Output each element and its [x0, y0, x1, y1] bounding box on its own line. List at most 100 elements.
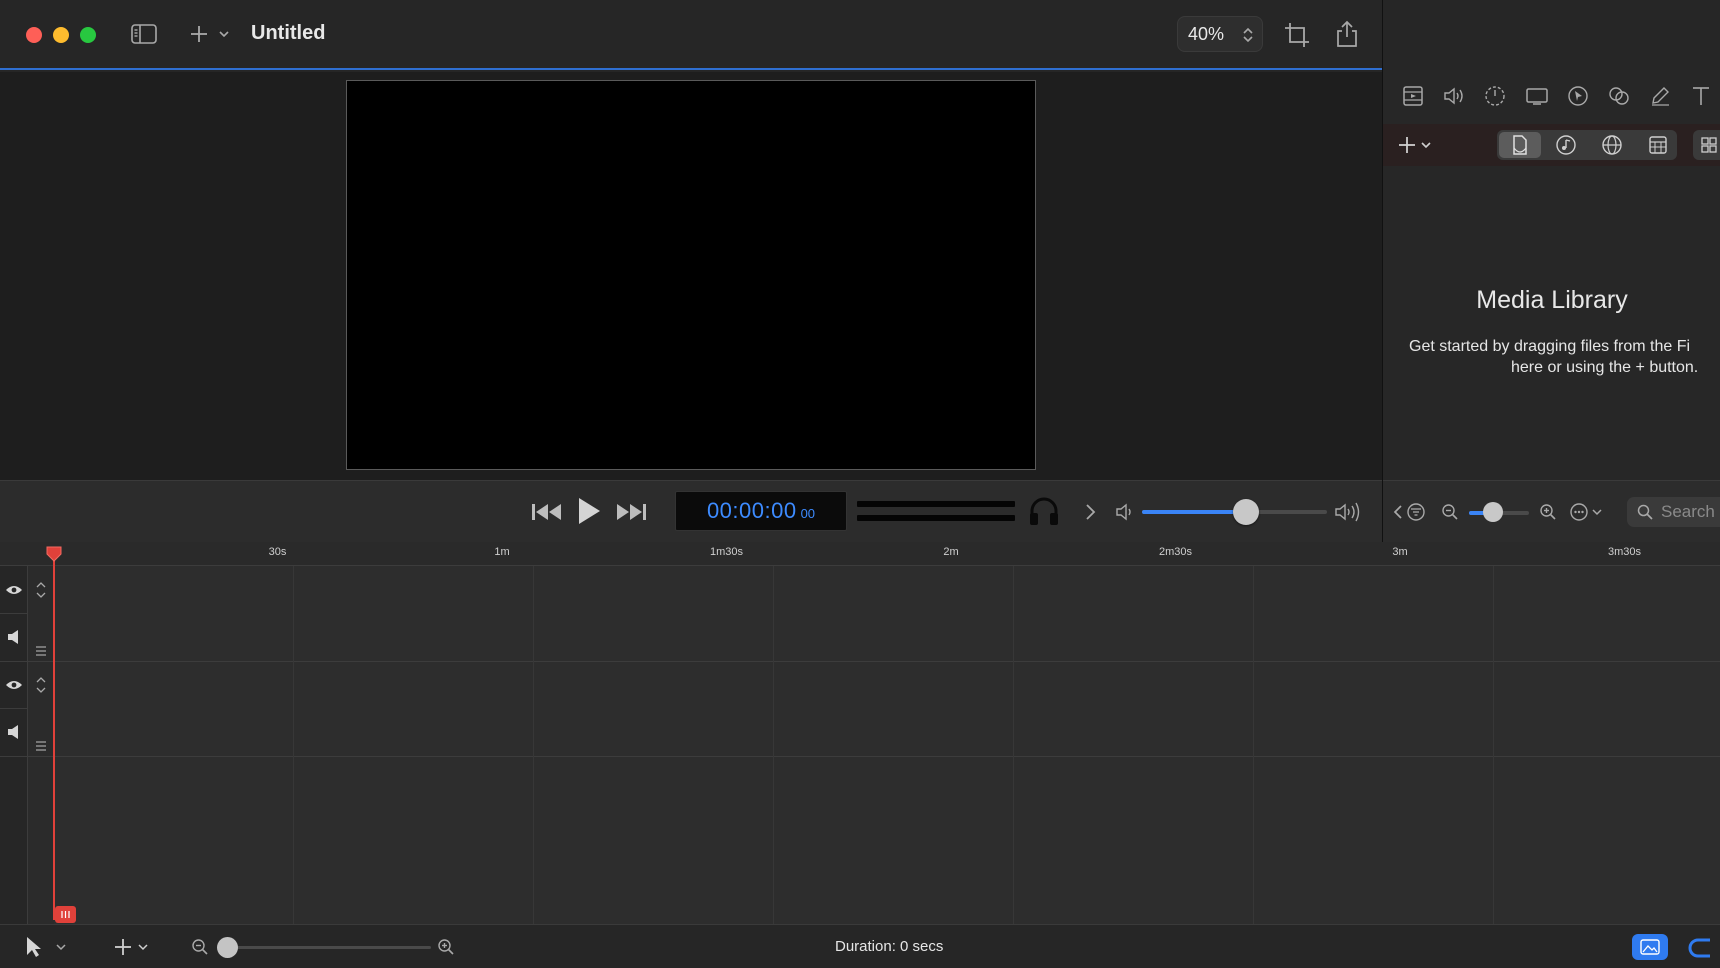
timeline-zoom-slider[interactable] [224, 946, 431, 949]
playhead-handle[interactable] [45, 545, 63, 563]
timeline-tracks[interactable] [0, 566, 1720, 924]
chevron-right-icon[interactable] [1082, 500, 1100, 524]
ruler-tick-label: 3m [1392, 546, 1408, 558]
zoom-window-button[interactable] [80, 27, 96, 43]
timecode-frames: 00 [800, 505, 816, 521]
track-controls-column [0, 566, 28, 924]
track-control-divider [0, 708, 28, 709]
sidebar-toggle-icon[interactable] [130, 22, 158, 46]
thumbnail-size-knob[interactable] [1483, 502, 1503, 522]
add-menu-button[interactable] [187, 22, 233, 46]
track-divider [0, 661, 1720, 662]
meter-channel-left [857, 501, 1015, 507]
globe-icon[interactable] [1599, 134, 1625, 156]
minimize-window-button[interactable] [53, 27, 69, 43]
playhead-end-handle[interactable] [55, 906, 76, 923]
headphones-icon[interactable] [1027, 494, 1061, 528]
zoom-level-value: 40% [1188, 23, 1225, 44]
volume-slider-knob[interactable] [1232, 499, 1259, 525]
playhead-line[interactable] [53, 548, 55, 920]
library-search-field[interactable]: Search [1627, 497, 1720, 527]
duration-label: Duration: 0 secs [835, 938, 944, 955]
speed-icon[interactable] [1483, 84, 1507, 108]
skip-back-icon[interactable] [531, 499, 563, 525]
text-icon[interactable] [1689, 84, 1713, 108]
ruler-tick-label: 2m [943, 546, 959, 558]
eye-icon[interactable] [4, 582, 24, 598]
add-track-button[interactable] [112, 935, 152, 959]
audio-level-meter [857, 501, 1015, 521]
media-library-panel: Media Library Get started by dragging fi… [1382, 0, 1720, 542]
selection-tool-button[interactable] [22, 935, 68, 959]
preview-canvas[interactable] [346, 80, 1036, 470]
more-options-icon[interactable] [1569, 501, 1605, 523]
media-library-title: Media Library [1476, 286, 1628, 314]
zoom-out-icon[interactable] [1439, 501, 1461, 523]
title-bar: Untitled 40% [0, 0, 1382, 70]
grid-view-icon [1701, 137, 1717, 153]
expand-track-icon[interactable] [33, 578, 49, 602]
document-icon[interactable] [1507, 134, 1533, 156]
share-icon[interactable] [1333, 19, 1361, 49]
transport-bar: 00:00:00 00 [0, 480, 1382, 542]
expand-track-icon[interactable] [33, 673, 49, 697]
library-bottom-bar: Search [1383, 480, 1720, 542]
transitions-icon[interactable] [1607, 84, 1631, 108]
app-window: Untitled 40% 00:00:00 00 Media Library G… [0, 0, 1720, 968]
pencil-icon[interactable] [1648, 84, 1672, 108]
track-menu-icon[interactable] [34, 644, 48, 658]
ruler-tick-label: 1m30s [709, 546, 744, 558]
timeline-grid-line [1253, 566, 1254, 924]
track-control-divider [0, 613, 28, 614]
chevron-left-icon[interactable] [1391, 501, 1405, 523]
skip-forward-icon[interactable] [615, 499, 647, 525]
speaker-icon[interactable] [5, 723, 23, 741]
empty-message-line-2: here or using the + button. [1511, 359, 1699, 376]
grid-calendar-icon[interactable] [1645, 134, 1671, 156]
media-library-empty-message: Get started by dragging files from the F… [1409, 336, 1720, 378]
audio-inspector-icon[interactable] [1442, 84, 1466, 108]
meter-channel-right [857, 515, 1015, 521]
timecode-display[interactable]: 00:00:00 00 [675, 491, 847, 531]
volume-slider-fill [1142, 510, 1246, 514]
speaker-low-icon[interactable] [1114, 501, 1136, 523]
track-menu-icon[interactable] [34, 739, 48, 753]
panel-titlebar [1383, 0, 1720, 70]
library-add-button[interactable] [1397, 134, 1437, 156]
eye-icon[interactable] [4, 677, 24, 693]
ruler-tick-label: 1m [494, 546, 510, 558]
cursor-effect-icon[interactable] [1566, 84, 1590, 108]
inspector-tabs [1383, 74, 1720, 120]
library-toolbar [1383, 124, 1720, 166]
ruler-tick-label: 2m30s [1158, 546, 1193, 558]
zoom-in-icon[interactable] [1537, 501, 1559, 523]
document-title: Untitled [251, 22, 326, 44]
timeline-grid-line [293, 566, 294, 924]
ruler-tick-label: 30s [268, 546, 287, 558]
image-icon [1640, 939, 1660, 955]
ruler-tick-label: 3m30s [1607, 546, 1642, 558]
media-thumbnails-toggle[interactable] [1632, 934, 1668, 960]
timeline-zoom-knob[interactable] [217, 937, 238, 958]
film-icon[interactable] [1401, 84, 1425, 108]
search-icon [1637, 504, 1653, 520]
filter-icon[interactable] [1405, 501, 1427, 523]
close-window-button[interactable] [26, 27, 42, 43]
speaker-high-icon[interactable] [1334, 500, 1362, 524]
timeline-zoom-out-icon[interactable] [190, 937, 210, 957]
timecode-value: 00:00:00 [706, 498, 797, 523]
search-placeholder: Search [1661, 502, 1715, 521]
play-icon[interactable] [576, 496, 602, 526]
speaker-icon[interactable] [5, 628, 23, 646]
display-icon[interactable] [1524, 84, 1550, 108]
empty-message-line-1: Get started by dragging files from the F… [1409, 338, 1691, 355]
zoom-level-stepper[interactable]: 40% [1177, 16, 1263, 52]
timeline-ruler[interactable]: 30s 1m 1m30s 2m 2m30s 3m 3m30s [0, 542, 1720, 566]
snapping-magnet-icon[interactable] [1684, 935, 1714, 961]
music-icon[interactable] [1553, 134, 1579, 156]
crop-icon[interactable] [1283, 21, 1311, 49]
timeline-bottom-bar: Duration: 0 secs [0, 924, 1720, 968]
view-mode-toggle[interactable] [1693, 130, 1720, 160]
timeline-zoom-in-icon[interactable] [436, 937, 456, 957]
stepper-chevrons-icon[interactable] [1242, 25, 1254, 45]
